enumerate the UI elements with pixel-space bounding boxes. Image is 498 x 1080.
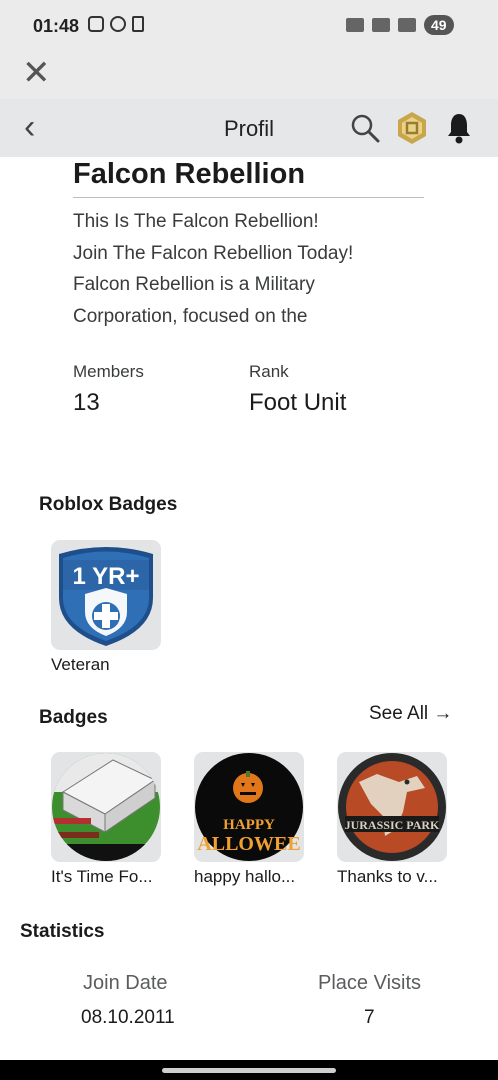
search-icon[interactable] [350,113,380,143]
webview-close-bar [0,52,498,99]
badge-3-text: JURASSIC PARK [345,818,440,832]
badge-tile[interactable]: HAPPY ALLOWEE [194,752,304,862]
whatsapp-icon [110,16,126,32]
badge-name[interactable]: Thanks to v... [337,867,438,887]
join-date-value: 08.10.2011 [81,1007,175,1028]
badges-heading: Badges [39,707,108,728]
wifi-icon [398,18,416,32]
description-line: Corporation, focused on the [73,305,308,327]
veteran-badge-text: 1 YR+ [73,563,140,590]
see-all-badges-link[interactable]: See All → [369,703,452,725]
description-line: Join The Falcon Rebellion Today! [73,242,354,264]
statistics-heading: Statistics [20,921,105,942]
join-date-label: Join Date [83,972,168,994]
status-notification-icons [88,16,144,32]
status-time: 01:48 [33,16,80,36]
battery-indicator: 49 [424,15,454,35]
description-line: This Is The Falcon Rebellion! [73,211,319,232]
rank-label: Rank [249,362,289,381]
screenshot-icon [88,16,104,32]
hourglass-icon [132,16,144,32]
status-system-icons: 49 [346,15,454,35]
badge-2-text-halloween: ALLOWEE [197,833,300,855]
badge-2-text-happy: HAPPY [223,817,275,833]
badge-1-image [52,753,160,861]
place-visits-label: Place Visits [318,972,422,994]
badge-tile[interactable]: JURASSIC PARK [337,752,447,862]
close-icon[interactable]: ✕ [22,56,51,90]
badge-tile[interactable] [51,752,161,862]
badge-name[interactable]: happy hallo... [194,867,295,887]
badge-name[interactable]: It's Time Fo... [51,867,153,887]
badge-2-image: HAPPY ALLOWEE [195,753,303,861]
group-description: This Is The Falcon Rebellion! Join The F… [73,206,403,332]
veteran-badge-name[interactable]: Veteran [51,655,110,675]
vpn-key-icon [346,18,364,32]
roblox-badges-heading: Roblox Badges [39,494,178,515]
robux-icon[interactable] [396,111,428,145]
place-visits-value: 7 [364,1007,375,1028]
home-gesture-handle[interactable] [162,1068,336,1073]
badge-3-image: JURASSIC PARK [338,753,446,861]
members-label: Members [73,362,144,381]
veteran-badge-icon: 1 YR+ [59,547,153,646]
divider [73,197,424,198]
veteran-badge-tile[interactable]: 1 YR+ [51,540,161,650]
group-name: Falcon Rebellion [73,158,306,190]
mute-icon [372,18,390,32]
rank-value: Foot Unit [249,389,347,416]
notifications-bell-icon[interactable] [446,112,472,144]
description-line: Falcon Rebellion is a Military [73,274,315,295]
members-count: 13 [73,389,100,416]
